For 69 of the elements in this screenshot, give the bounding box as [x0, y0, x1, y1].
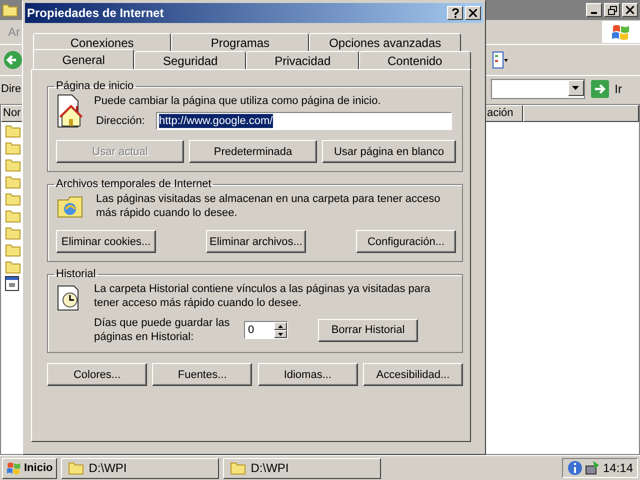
house-page-icon: [56, 94, 84, 128]
clock: 14:14: [602, 461, 633, 475]
tab[interactable]: Opciones avanzadas: [309, 33, 461, 51]
restore-icon: [608, 6, 616, 14]
down-arrow-icon[interactable]: [278, 332, 283, 336]
address-field[interactable]: http://www.google.com/: [156, 112, 452, 130]
dialog-button[interactable]: Accesibilidad...: [362, 363, 463, 386]
dialog-button[interactable]: Borrar Historial: [318, 318, 418, 342]
group-title: Archivos temporales de Internet: [55, 178, 212, 190]
days-label: Días que puede guardar las páginas en Historial:: [94, 316, 231, 344]
dialog-button[interactable]: Configuración...: [356, 230, 456, 253]
address-label: Dirección:: [95, 114, 146, 128]
windows-flag-icon: [6, 461, 22, 475]
tab[interactable]: Conexiones: [33, 33, 172, 51]
windows-flag-icon: [611, 23, 631, 41]
taskbar-button[interactable]: D:\WPI: [60, 458, 219, 478]
folder-icon: [2, 3, 18, 17]
folder-icon: [5, 158, 21, 172]
folder-icon: [5, 260, 21, 274]
description-text: Puede cambiar la página que utiliza como página de inicio.: [94, 94, 382, 108]
close-button[interactable]: [465, 6, 481, 20]
address-field[interactable]: [490, 79, 585, 99]
minimize-button[interactable]: [586, 3, 602, 17]
close-icon: [469, 9, 477, 17]
group-title: Historial: [55, 268, 97, 280]
group-title: Página de inicio: [55, 80, 135, 92]
question-mark-icon: [452, 8, 458, 18]
folder-icon: [5, 174, 21, 188]
dialog-button[interactable]: Usar página en blanco: [322, 140, 456, 163]
tab[interactable]: Seguridad: [134, 51, 246, 69]
description-text: La carpeta Historial contiene vínculos a las páginas ya visitadas para tener acceso más rápido cuando lo desee.: [94, 282, 432, 310]
caret-icon: [572, 86, 580, 90]
tab[interactable]: General: [33, 49, 134, 69]
description-text: Las páginas visitadas se almacenan en una carpeta para tener acceso más rápido cuando lo desee.: [96, 192, 442, 220]
folder-icon: [5, 226, 21, 240]
dialog-button[interactable]: Eliminar archivos...: [206, 230, 306, 253]
close-icon: [626, 6, 634, 14]
network-icon[interactable]: [584, 460, 601, 476]
dialog-button[interactable]: Predeterminada: [189, 140, 317, 163]
address-label: Dire: [1, 83, 22, 95]
start-button[interactable]: Inicio: [2, 458, 57, 478]
dialog-button[interactable]: Idiomas...: [258, 363, 358, 386]
go-button[interactable]: Ir: [590, 80, 636, 98]
column-header[interactable]: ación: [485, 105, 523, 122]
restore-button[interactable]: [604, 3, 620, 17]
taskbar-button[interactable]: D:\WPI: [222, 458, 381, 478]
dialog-button[interactable]: Fuentes...: [152, 363, 252, 386]
folder-icon: [5, 140, 21, 154]
info-icon[interactable]: [567, 460, 583, 476]
file-icon: [5, 276, 19, 291]
column-header[interactable]: [523, 105, 639, 122]
window-title: Propiedades de Internet: [27, 6, 164, 20]
folder-icon: [68, 461, 84, 475]
days-spinner[interactable]: 0: [244, 321, 288, 339]
selected-text: http://www.google.com/: [159, 114, 273, 128]
tab[interactable]: Programas: [171, 33, 310, 51]
folder-icon: [5, 192, 21, 206]
dropdown-button[interactable]: [568, 80, 584, 96]
tab[interactable]: Privacidad: [246, 51, 359, 69]
close-button[interactable]: [622, 3, 638, 17]
up-arrow-icon[interactable]: [278, 324, 283, 328]
help-button[interactable]: [447, 6, 463, 20]
folder-icon: [5, 242, 21, 256]
dialog-button[interactable]: Colores...: [47, 363, 147, 386]
tab[interactable]: Contenido: [358, 51, 471, 69]
folder-icon: [5, 208, 21, 222]
views-icon[interactable]: [492, 51, 508, 69]
dialog-button[interactable]: Eliminar cookies...: [56, 230, 156, 253]
folder-icon: [230, 461, 246, 475]
